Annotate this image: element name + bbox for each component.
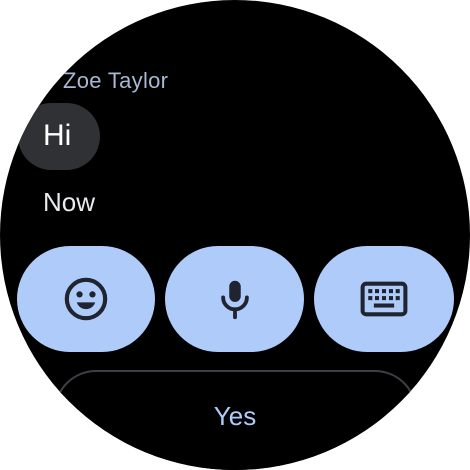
emoji-icon xyxy=(64,277,108,321)
voice-input-button[interactable] xyxy=(165,246,304,352)
quick-reply-label: Yes xyxy=(213,401,257,431)
emoji-button[interactable] xyxy=(17,246,155,352)
message-timestamp: Now xyxy=(43,187,96,217)
keyboard-button[interactable] xyxy=(314,246,454,352)
keyboard-icon xyxy=(360,281,408,317)
microphone-icon xyxy=(220,280,249,320)
sender-name: Zoe Taylor xyxy=(63,68,169,93)
watch-screen: Zoe Taylor Hi Now Yes xyxy=(0,0,470,470)
message-text: Hi xyxy=(43,119,72,152)
